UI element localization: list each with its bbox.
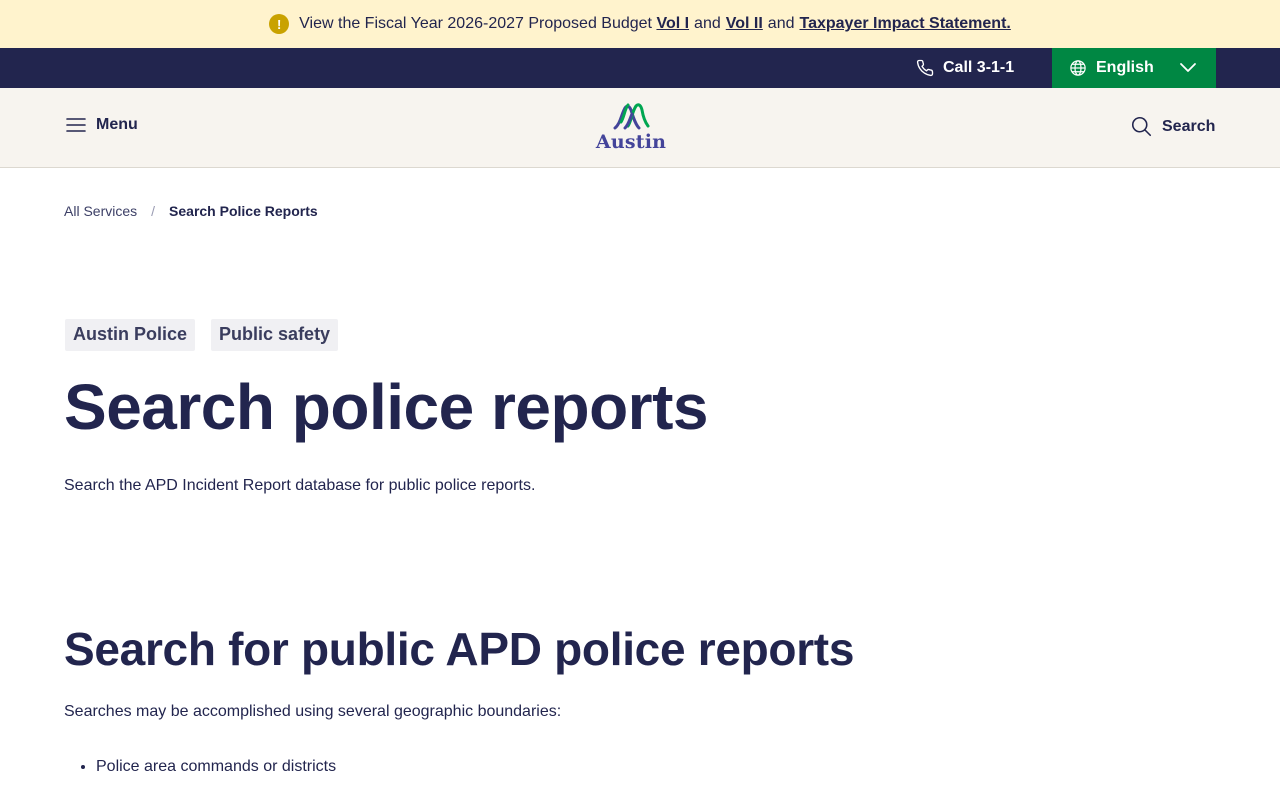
boundary-list: Police area commands or districts bbox=[96, 758, 336, 776]
tag-austin-police[interactable]: Austin Police bbox=[65, 319, 196, 351]
language-label: English bbox=[1096, 59, 1154, 76]
breadcrumb-current: Search Police Reports bbox=[169, 203, 318, 219]
alert-banner: ! View the Fiscal Year 2026-2027 Propose… bbox=[0, 0, 1280, 48]
breadcrumb-separator: / bbox=[151, 203, 156, 219]
page-title: Search police reports bbox=[64, 371, 708, 443]
search-icon bbox=[1131, 116, 1152, 137]
search-label: Search bbox=[1162, 117, 1216, 135]
section-heading: Search for public APD police reports bbox=[64, 623, 855, 675]
exclamation-icon: ! bbox=[269, 14, 290, 34]
topic-tags: Austin Police Public safety bbox=[65, 319, 354, 351]
globe-icon bbox=[1070, 60, 1086, 76]
taxpayer-impact-link[interactable]: Taxpayer Impact Statement. bbox=[800, 15, 1011, 33]
alert-and-2: and bbox=[767, 15, 795, 32]
menu-button[interactable]: Menu bbox=[66, 116, 138, 134]
section-text: Searches may be accomplished using sever… bbox=[64, 703, 562, 720]
call-311-link[interactable]: Call 3-1-1 bbox=[916, 48, 1014, 88]
breadcrumb: All Services / Search Police Reports bbox=[64, 203, 318, 219]
language-select[interactable]: English bbox=[1052, 48, 1216, 88]
site-header: Menu Austin Search bbox=[0, 88, 1280, 168]
phone-icon bbox=[916, 59, 934, 77]
budget-vol2-link[interactable]: Vol II bbox=[726, 15, 763, 33]
alert-text: View the Fiscal Year 2026-2027 Proposed … bbox=[299, 15, 652, 32]
utility-bar: Call 3-1-1 English bbox=[0, 48, 1280, 88]
logo-text: Austin bbox=[595, 131, 667, 153]
tag-public-safety[interactable]: Public safety bbox=[211, 319, 339, 351]
hamburger-icon bbox=[66, 118, 86, 132]
breadcrumb-all-services[interactable]: All Services bbox=[64, 203, 137, 219]
budget-vol1-link[interactable]: Vol I bbox=[656, 15, 689, 33]
alert-and-1: and bbox=[694, 15, 721, 32]
austin-logo-mark bbox=[613, 103, 650, 130]
list-item: Police area commands or districts bbox=[96, 758, 336, 776]
menu-label: Menu bbox=[96, 116, 138, 133]
chevron-down-icon bbox=[1180, 63, 1196, 72]
call-311-label: Call 3-1-1 bbox=[943, 59, 1015, 76]
austin-logo[interactable]: Austin bbox=[595, 102, 667, 156]
search-button[interactable]: Search bbox=[1131, 116, 1215, 137]
page-intro: Search the APD Incident Report database … bbox=[64, 477, 536, 494]
